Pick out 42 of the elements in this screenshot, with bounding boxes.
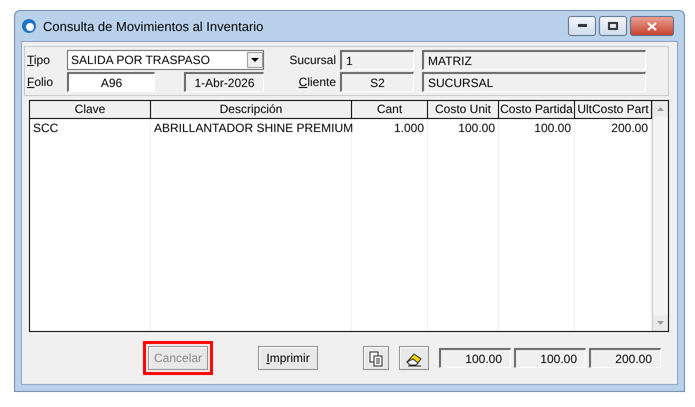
cliente-label: Cliente xyxy=(298,75,337,89)
total-field: 200.00 xyxy=(589,348,661,368)
folio-field[interactable]: A96 xyxy=(67,72,155,92)
maximize-icon xyxy=(608,22,618,30)
date-field: 1-Abr-2026 xyxy=(184,72,264,92)
table-cell: SCC xyxy=(30,119,151,137)
column-header[interactable]: Costo Unit xyxy=(428,101,499,119)
column-header[interactable]: Costo Partida xyxy=(499,101,575,119)
eraser-icon xyxy=(405,350,424,367)
table-cell: ABRILLANTADOR SHINE PREMIUM xyxy=(151,119,352,137)
column-header[interactable]: Clave xyxy=(30,101,151,119)
column-header[interactable]: UltCosto Part xyxy=(575,101,652,119)
column-header[interactable]: Cant xyxy=(352,101,428,119)
table-cell: 100.00 xyxy=(499,119,575,137)
folio-label: Folio xyxy=(27,75,54,89)
total-field: 100.00 xyxy=(439,348,511,368)
caret-icon xyxy=(251,58,259,62)
total-field: 100.00 xyxy=(514,348,586,368)
scroll-up-icon xyxy=(657,107,664,111)
sucursal-name-field: MATRIZ xyxy=(422,50,646,70)
close-icon xyxy=(647,22,657,30)
sucursal-code-field: 1 xyxy=(340,50,414,70)
clear-button[interactable] xyxy=(399,346,429,370)
tipo-label: Tipo xyxy=(27,53,50,67)
scroll-down-icon xyxy=(657,321,664,325)
table-cell: 100.00 xyxy=(428,119,499,137)
column-header[interactable]: Descripción xyxy=(151,101,352,119)
maximize-button[interactable] xyxy=(599,16,627,36)
cliente-code-field: S2 xyxy=(340,72,414,92)
minimize-button[interactable] xyxy=(568,16,596,36)
close-button[interactable] xyxy=(630,16,674,36)
tipo-dropdown[interactable]: SALIDA POR TRASPASO xyxy=(67,50,264,70)
copy-button[interactable] xyxy=(363,346,390,370)
window-title: Consulta de Movimientos al Inventario xyxy=(43,18,264,34)
documents-icon xyxy=(369,350,384,367)
table-cell: 1.000 xyxy=(352,119,428,137)
scrollbar[interactable] xyxy=(652,101,668,331)
app-icon xyxy=(21,18,37,34)
print-button[interactable]: Imprimir xyxy=(258,346,318,370)
minimize-icon xyxy=(578,24,586,28)
cliente-name-field: SUCURSAL xyxy=(422,72,646,92)
sucursal-label: Sucursal xyxy=(289,53,337,67)
